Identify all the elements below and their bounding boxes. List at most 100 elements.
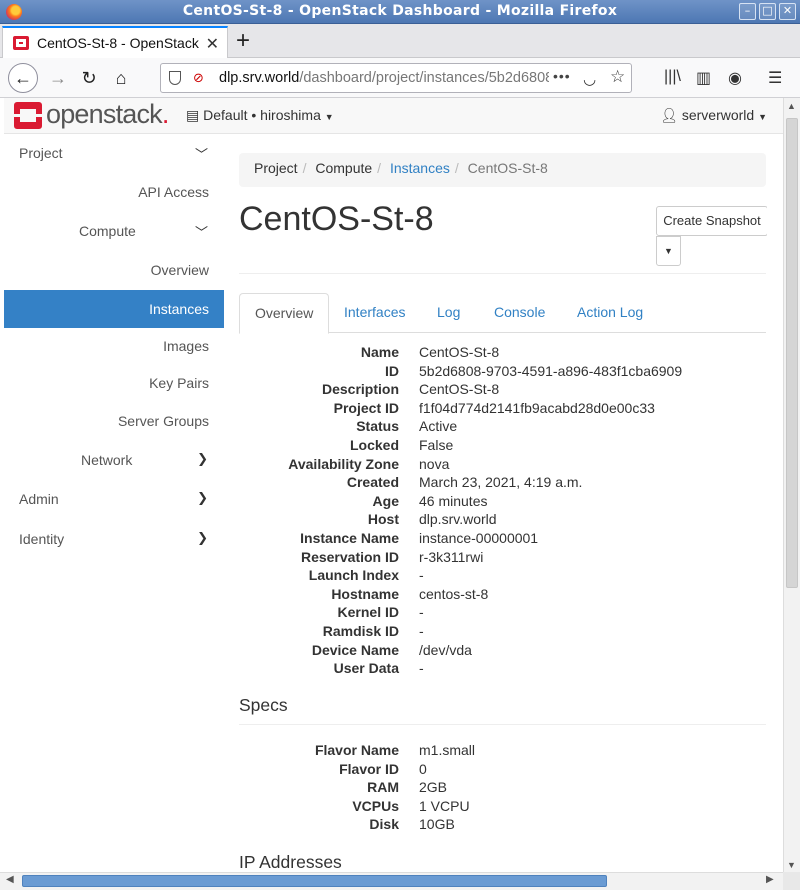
sidebar-item-key-pairs[interactable]: Key Pairs: [4, 364, 224, 402]
overview-details: Name CentOS-St-8 ID 5b2d6808-9703-4591-a896…: [239, 344, 766, 679]
forward-button[interactable]: →: [43, 63, 73, 93]
breadcrumb-current: CentOS-St-8: [467, 160, 548, 176]
vertical-scrollbar[interactable]: ▲ ▼: [783, 98, 800, 874]
overview-row: Instance Name instance-00000001: [239, 530, 766, 549]
tracking-shield-icon[interactable]: [169, 71, 181, 85]
sidebar-item-server-groups[interactable]: Server Groups: [4, 402, 224, 440]
overview-row: Name CentOS-St-8: [239, 344, 766, 363]
account-icon[interactable]: ◉: [728, 68, 742, 88]
actions-dropdown-button[interactable]: ▼: [656, 236, 681, 266]
browser-tab[interactable]: CentOS-St-8 - OpenStack Dashboard ✕: [2, 26, 228, 58]
detail-value: CentOS-St-8: [419, 344, 500, 360]
specs-row: Disk 10GB: [239, 816, 766, 835]
sidebar-item-project[interactable]: Project ﹀: [4, 134, 224, 172]
openstack-favicon-icon: [13, 36, 29, 50]
library-icon[interactable]: |||\: [664, 68, 681, 86]
detail-value: m1.small: [419, 742, 476, 758]
detail-value: instance-00000001: [419, 529, 539, 546]
breadcrumb-instances-link[interactable]: Instances: [390, 160, 450, 176]
menu-hamburger-icon[interactable]: ☰: [768, 68, 782, 88]
overview-row: Device Name/dev/vda: [239, 642, 766, 661]
insecure-lock-icon[interactable]: ⊘: [193, 70, 207, 86]
detail-value: 46 minutes: [419, 492, 488, 509]
specs-heading: Specs: [239, 695, 288, 715]
detail-label: Kernel ID: [337, 604, 399, 621]
detail-label: Flavor ID: [339, 760, 399, 777]
detail-label: Description: [321, 381, 399, 398]
page-actions-icon[interactable]: •••: [553, 68, 571, 84]
overview-row: Reservation ID r-3k311rwi: [239, 549, 766, 568]
project-selector[interactable]: ▤ Default • hiroshima ▼: [186, 107, 334, 124]
openstack-header: openstack. ▤ Default • hiroshima ▼ 👤︎ se…: [4, 98, 787, 134]
sidebar-item-api-access[interactable]: API Access: [4, 173, 224, 211]
navigation-toolbar: ← → ↻ ⌂ ⊘ dlp.srv.world/dashboard/projec…: [0, 58, 800, 98]
pocket-icon[interactable]: ◡: [583, 70, 596, 88]
sidebar-toggle-icon[interactable]: ▥: [696, 68, 711, 88]
detail-value: dlp.srv.world: [419, 511, 497, 528]
sidebar-item-identity[interactable]: Identity ❯: [4, 520, 224, 558]
sidebar-item-compute[interactable]: Compute ﹀: [4, 212, 224, 250]
tab-overview[interactable]: Overview: [239, 293, 330, 334]
minimize-button[interactable]: –: [739, 3, 756, 20]
url-bar[interactable]: ⊘ dlp.srv.world/dashboard/project/instan…: [160, 63, 632, 93]
back-button[interactable]: ←: [8, 63, 38, 93]
caret-down-icon: ▼: [324, 112, 334, 122]
sidebar-item-admin[interactable]: Admin ❯: [4, 480, 224, 518]
chevron-right-icon: ❯: [197, 530, 208, 545]
scroll-up-icon[interactable]: ▲: [787, 101, 796, 111]
close-tab-icon[interactable]: ✕: [206, 34, 219, 54]
chevron-right-icon: ❯: [197, 451, 208, 466]
openstack-logo-text[interactable]: openstack.: [46, 99, 169, 130]
overview-row: Created March 23, 2021, 4:19 a.m.: [239, 474, 766, 493]
tab-log[interactable]: Log: [422, 293, 475, 333]
window-title: CentOS-St-8 - OpenStack Dashboard - Mozi…: [182, 3, 618, 19]
scroll-left-icon[interactable]: ◀: [6, 874, 14, 885]
close-window-button[interactable]: ✕: [779, 3, 796, 20]
sidebar-item-instances[interactable]: Instances: [4, 290, 224, 328]
ip-addresses-heading: IP Addresses: [239, 852, 342, 872]
user-icon: 👤︎: [660, 107, 678, 123]
sidebar-item-network[interactable]: Network ❯: [4, 441, 224, 479]
bookmark-star-icon[interactable]: ☆: [610, 67, 625, 87]
detail-label: User Data: [333, 660, 399, 677]
detail-value: 0: [419, 760, 427, 777]
overview-row: Description CentOS-St-8: [239, 381, 766, 400]
overview-row: Availability Zone nova: [239, 456, 766, 475]
overview-row: Hostname centos-st-8: [239, 586, 766, 605]
user-menu[interactable]: 👤︎ serverworld ▼: [660, 107, 767, 124]
tab-console[interactable]: Console: [479, 293, 560, 333]
project-icon: ▤: [186, 107, 200, 123]
horizontal-scrollbar[interactable]: ◀ ▶: [0, 872, 783, 890]
detail-label: Hostname: [331, 585, 399, 602]
detail-label: Ramdisk ID: [322, 622, 399, 639]
tab-action-log[interactable]: Action Log: [562, 293, 658, 333]
reload-button[interactable]: ↻: [74, 63, 104, 93]
scroll-right-icon[interactable]: ▶: [766, 874, 774, 885]
detail-value: centos-st-8: [419, 585, 489, 602]
horizontal-scroll-thumb[interactable]: [22, 875, 607, 887]
maximize-button[interactable]: □: [759, 3, 776, 20]
detail-label: Locked: [349, 436, 399, 453]
detail-value: r-3k311rwi: [419, 548, 484, 565]
tab-interfaces[interactable]: Interfaces: [329, 293, 420, 333]
detail-value: nova: [419, 455, 450, 472]
breadcrumb-project: Project: [254, 160, 298, 176]
url-text[interactable]: dlp.srv.world/dashboard/project/instance…: [219, 70, 549, 86]
detail-label: Status: [356, 418, 399, 435]
detail-label: Device Name: [311, 641, 399, 658]
detail-value: False: [419, 436, 454, 453]
home-button[interactable]: ⌂: [106, 63, 136, 93]
sidebar: Project ﹀ API Access Compute ﹀ Overview …: [4, 134, 224, 874]
tab-strip: CentOS-St-8 - OpenStack Dashboard ✕ +: [0, 24, 800, 58]
overview-row: Kernel ID -: [239, 604, 766, 623]
breadcrumb-compute: Compute: [315, 160, 373, 176]
detail-label: Project ID: [333, 399, 399, 416]
scroll-down-icon[interactable]: ▼: [787, 860, 796, 870]
sidebar-item-overview[interactable]: Overview: [4, 251, 224, 289]
create-snapshot-button[interactable]: Create Snapshot: [656, 206, 767, 236]
detail-value: -: [419, 604, 424, 621]
vertical-scroll-thumb[interactable]: [786, 118, 798, 588]
new-tab-button[interactable]: +: [236, 27, 250, 55]
openstack-logo-icon[interactable]: [14, 102, 42, 129]
sidebar-item-images[interactable]: Images: [4, 327, 224, 365]
